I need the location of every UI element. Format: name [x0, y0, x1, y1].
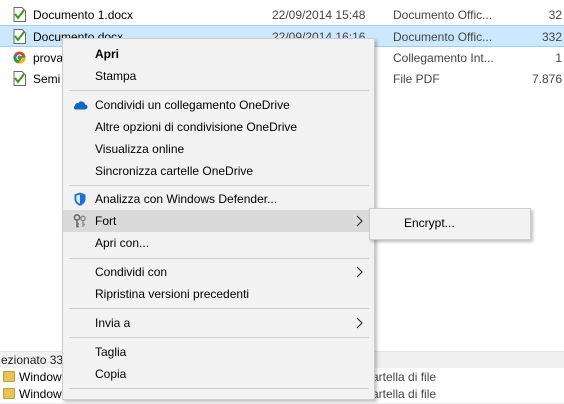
menu-separator	[69, 258, 369, 259]
submenu-item-label: Encrypt...	[404, 216, 455, 230]
file-type: Documento Offic...	[393, 30, 493, 44]
fort-submenu: Encrypt...	[369, 208, 531, 240]
file-name: Documento 1.docx	[33, 8, 134, 22]
menu-item-label: Fort	[95, 214, 117, 228]
file-type: File PDF	[393, 72, 440, 86]
windows-defender-shield-icon	[74, 192, 86, 206]
menu-item-label: Apri	[95, 47, 119, 61]
file-row-documento-1[interactable]: Documento 1.docx 22/09/2014 15:48 Docume…	[0, 4, 564, 26]
menu-item-label: Apri con...	[95, 236, 150, 250]
file-date: 22/09/2014 15:48	[272, 8, 366, 22]
word-doc-icon	[13, 7, 26, 22]
menu-separator	[69, 308, 369, 309]
menu-item-copy[interactable]: Copia	[63, 363, 374, 385]
menu-separator	[69, 90, 369, 91]
fort-keys-icon	[73, 214, 86, 228]
menu-item-print[interactable]: Stampa	[63, 65, 374, 87]
menu-item-label: Condividi con	[95, 265, 168, 279]
folder-icon	[3, 371, 15, 382]
pdf-file-icon	[13, 71, 26, 86]
file-type: Collegamento Int...	[393, 51, 494, 65]
chevron-right-icon	[356, 215, 363, 227]
menu-separator	[69, 185, 369, 186]
file-size: 32	[548, 8, 562, 22]
status-text: ezionato 33	[1, 353, 64, 367]
menu-item-open[interactable]: Apri	[63, 43, 374, 65]
word-doc-icon	[13, 29, 26, 44]
folder-icon	[3, 388, 15, 399]
menu-item-label: Analizza con Windows Defender...	[95, 192, 278, 206]
menu-item-label: Taglia	[95, 345, 127, 359]
menu-item-cut[interactable]: Taglia	[63, 341, 374, 363]
menu-item-label: Altre opzioni di condivisione OneDrive	[95, 120, 298, 134]
menu-item-label: Condividi un collegamento OneDrive	[95, 98, 290, 112]
file-size: 332	[541, 30, 562, 44]
menu-item-label: Stampa	[95, 69, 137, 83]
folder-type: artella di file	[372, 387, 437, 401]
menu-item-label: Invia a	[95, 316, 131, 330]
menu-item-more-onedrive[interactable]: Altre opzioni di condivisione OneDrive	[63, 116, 374, 138]
file-size: 7.876	[531, 72, 562, 86]
menu-item-sync-onedrive[interactable]: Sincronizza cartelle OneDrive	[63, 160, 374, 182]
chevron-right-icon	[356, 317, 363, 329]
menu-item-share-onedrive[interactable]: Condividi un collegamento OneDrive	[63, 94, 374, 116]
chevron-right-icon	[356, 266, 363, 278]
menu-item-send-to[interactable]: Invia a	[63, 312, 374, 334]
menu-item-defender[interactable]: Analizza con Windows Defender...	[63, 188, 374, 210]
menu-item-open-with[interactable]: Apri con...	[63, 232, 374, 254]
context-menu: Apri Stampa Condividi un collegamento On…	[62, 38, 375, 400]
folder-type: artella di file	[372, 370, 437, 384]
menu-item-label: Visualizza online	[95, 142, 185, 156]
file-type: Documento Offic...	[393, 8, 493, 22]
submenu-item-encrypt[interactable]: Encrypt...	[370, 211, 530, 237]
menu-separator	[69, 337, 369, 338]
menu-item-label: Sincronizza cartelle OneDrive	[95, 164, 254, 178]
file-size: 1	[555, 51, 562, 65]
menu-item-label: Ripristina versioni precedenti	[95, 287, 250, 301]
chrome-shortcut-icon	[13, 51, 26, 64]
menu-item-fort[interactable]: Fort	[63, 210, 374, 232]
menu-item-view-online[interactable]: Visualizza online	[63, 138, 374, 160]
menu-item-restore-versions[interactable]: Ripristina versioni precedenti	[63, 283, 374, 305]
menu-item-share-with[interactable]: Condividi con	[63, 261, 374, 283]
menu-separator	[69, 388, 369, 389]
onedrive-cloud-icon	[73, 101, 88, 110]
menu-item-label: Copia	[95, 367, 127, 381]
